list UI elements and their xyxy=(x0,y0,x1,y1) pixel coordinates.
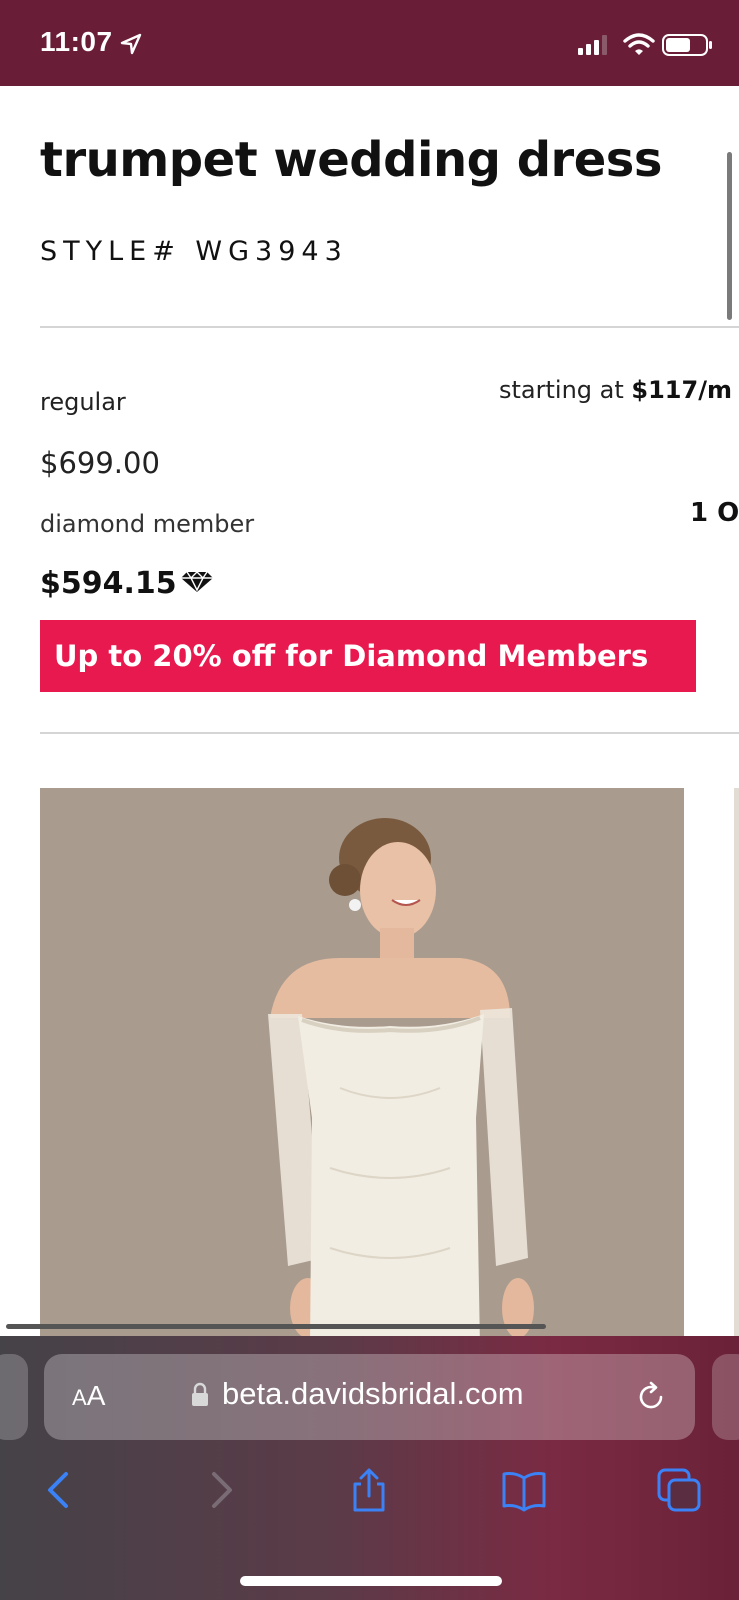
status-bar: 11:07 xyxy=(0,0,739,86)
style-number: STYLE# WG3943 xyxy=(40,236,348,267)
tabs-icon[interactable] xyxy=(655,1466,703,1514)
installment-prefix: starting at xyxy=(499,376,632,404)
browser-toolbar: AA beta.davidsbridal.com xyxy=(0,1336,739,1600)
model-wearing-dress-image xyxy=(40,788,684,1336)
divider xyxy=(40,732,739,734)
forward-chevron-icon[interactable] xyxy=(196,1466,244,1514)
installment-amount: $117/m xyxy=(631,376,732,404)
text-size-small-a: A xyxy=(72,1385,87,1410)
divider xyxy=(40,326,739,328)
truncated-side-text: 1 O xyxy=(690,498,739,528)
home-indicator[interactable] xyxy=(240,1576,502,1586)
previous-tab-preview[interactable] xyxy=(0,1354,28,1440)
address-bar[interactable]: AA beta.davidsbridal.com xyxy=(44,1354,695,1440)
wifi-icon xyxy=(623,33,655,55)
regular-price: $699.00 xyxy=(40,446,160,480)
url-text[interactable]: beta.davidsbridal.com xyxy=(222,1376,524,1412)
next-tab-preview[interactable] xyxy=(712,1354,739,1440)
horizontal-scrollbar[interactable] xyxy=(6,1324,546,1329)
installment-price[interactable]: starting at $117/m xyxy=(499,376,732,404)
page-content: trumpet wedding dress STYLE# WG3943 regu… xyxy=(0,86,739,1336)
cellular-signal-icon xyxy=(578,35,607,55)
reload-icon[interactable] xyxy=(634,1380,668,1414)
battery-icon xyxy=(662,34,712,56)
diamond-icon xyxy=(181,571,213,592)
share-icon[interactable] xyxy=(345,1466,393,1514)
vertical-scrollbar[interactable] xyxy=(727,152,732,320)
location-arrow-icon xyxy=(120,33,142,55)
status-time: 11:07 xyxy=(40,26,113,57)
bookmarks-icon[interactable] xyxy=(500,1466,548,1514)
diamond-member-price: $594.15 xyxy=(40,566,177,601)
regular-price-label: regular xyxy=(40,388,126,416)
text-size-button[interactable]: AA xyxy=(72,1380,105,1412)
promo-banner[interactable]: Up to 20% off for Diamond Members xyxy=(40,620,696,692)
back-chevron-icon[interactable] xyxy=(36,1466,84,1514)
product-image[interactable] xyxy=(40,788,684,1336)
diamond-member-label: diamond member xyxy=(40,510,255,538)
next-image-preview[interactable] xyxy=(734,788,739,1336)
lock-icon xyxy=(192,1382,208,1406)
page-title: trumpet wedding dress xyxy=(40,132,662,188)
text-size-big-a: A xyxy=(86,1380,106,1411)
